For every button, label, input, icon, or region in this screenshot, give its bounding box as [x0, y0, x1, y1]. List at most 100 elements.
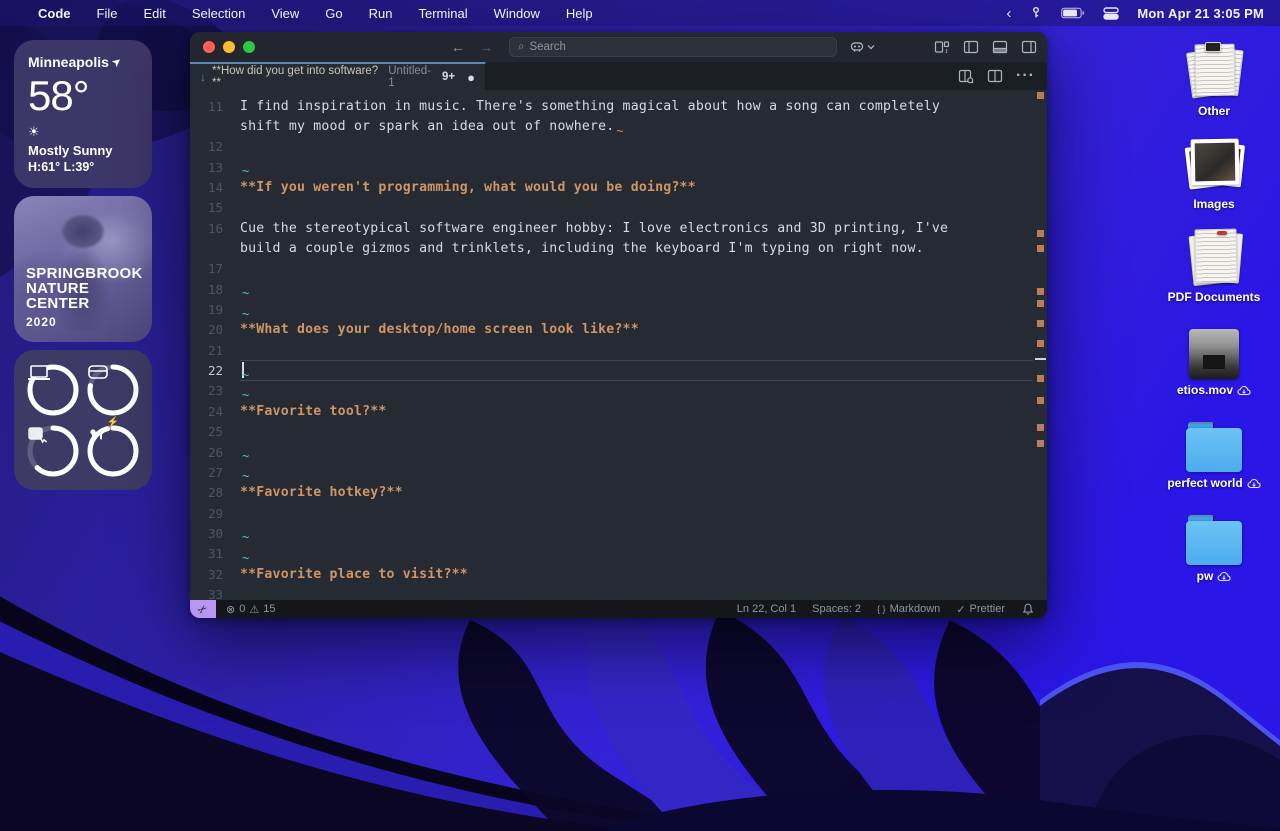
vscode-titlebar[interactable]: ← → ⌕ Search — [190, 32, 1047, 62]
notifications-bell-icon[interactable] — [1021, 602, 1035, 616]
code-line[interactable]: 11I find inspiration in music. There's s… — [190, 96, 1033, 116]
icloud-download-icon — [1237, 385, 1251, 396]
sun-icon: ☀ — [28, 124, 138, 140]
movie-icon — [1189, 317, 1239, 379]
battery-ring-airpods[interactable]: ⚡ — [86, 424, 140, 478]
stack-photos-icon — [1187, 131, 1241, 193]
line-number: 28 — [190, 485, 240, 500]
battery-ring-airpods-case[interactable] — [86, 363, 140, 417]
chevron-left-icon[interactable]: ‹ — [1006, 5, 1011, 22]
code-text: **Favorite hotkey?** — [240, 485, 403, 500]
nav-forward-button[interactable]: → — [479, 39, 493, 55]
code-line[interactable]: 31~ — [190, 544, 1033, 564]
code-line[interactable]: 32**Favorite place to visit?** — [190, 564, 1033, 584]
desktop-icon-label: etios.mov — [1177, 383, 1233, 397]
unsaved-dot-icon[interactable]: ● — [467, 70, 475, 85]
desktop-icon-other[interactable]: Other — [1187, 38, 1241, 118]
code-line[interactable]: 25 — [190, 422, 1033, 442]
battery-ring-macbook[interactable] — [26, 363, 80, 417]
code-line[interactable]: 15 — [190, 198, 1033, 218]
code-line[interactable]: 17 — [190, 259, 1033, 279]
ruler-mark-warn — [1037, 440, 1044, 447]
code-line[interactable]: 30~ — [190, 523, 1033, 543]
cursor-position-status[interactable]: Ln 22, Col 1 — [737, 603, 796, 615]
menu-bar-clock[interactable]: Mon Apr 21 3:05 PM — [1137, 6, 1264, 21]
code-line[interactable]: 21 — [190, 340, 1033, 360]
key-icon[interactable] — [1029, 6, 1043, 20]
menu-item-file[interactable]: File — [97, 6, 118, 21]
desktop-icon-images[interactable]: Images — [1187, 131, 1241, 211]
remote-indicator-button[interactable]: ✂ — [190, 600, 216, 618]
menu-item-run[interactable]: Run — [369, 6, 393, 21]
menu-item-help[interactable]: Help — [566, 6, 593, 21]
overview-ruler[interactable] — [1033, 90, 1047, 600]
code-line[interactable]: build a couple gizmos and trinklets, inc… — [190, 238, 1033, 258]
split-editor-icon[interactable] — [987, 68, 1003, 84]
whitespace-squiggle: ~ — [242, 164, 249, 178]
line-number: 21 — [190, 343, 240, 358]
whitespace-squiggle: ~ — [242, 368, 249, 382]
stage-manager-icon[interactable] — [1103, 7, 1119, 20]
code-line[interactable]: 24**Favorite tool?** — [190, 401, 1033, 421]
indentation-status[interactable]: Spaces: 2 — [812, 603, 861, 615]
markdown-preview-icon[interactable] — [958, 68, 974, 84]
code-line[interactable]: 20**What does your desktop/home screen l… — [190, 320, 1033, 340]
photo-caption-line2: NATURE CENTER — [26, 281, 152, 312]
battery-ring-trackpad[interactable] — [26, 424, 80, 478]
battery-icon[interactable] — [1061, 7, 1085, 19]
charging-bolt-icon: ⚡ — [107, 417, 119, 428]
code-line[interactable]: shift my mood or spark an idea out of no… — [190, 116, 1033, 136]
code-line[interactable]: 13~ — [190, 157, 1033, 177]
code-line[interactable]: 26~ — [190, 442, 1033, 462]
nav-back-button[interactable]: ← — [451, 39, 465, 55]
code-line[interactable]: 19~ — [190, 299, 1033, 319]
desktop-icon-etios-mov[interactable]: etios.mov — [1177, 317, 1251, 397]
code-line[interactable]: 28**Favorite hotkey?** — [190, 483, 1033, 503]
code-line[interactable]: 18~ — [190, 279, 1033, 299]
problems-status[interactable]: ⊗0 ⚠15 — [226, 603, 275, 616]
code-line[interactable]: 33 — [190, 584, 1033, 600]
desktop-icon-pw[interactable]: pw — [1186, 503, 1242, 583]
line-number: 25 — [190, 424, 240, 439]
ruler-mark-warn — [1037, 375, 1044, 382]
code-text: **What does your desktop/home screen loo… — [240, 322, 639, 337]
photo-caption-year: 2020 — [26, 316, 152, 328]
menu-item-window[interactable]: Window — [494, 6, 540, 21]
code-line[interactable]: 14**If you weren't programming, what wou… — [190, 177, 1033, 197]
desktop-icon-perfect-world[interactable]: perfect world — [1167, 410, 1260, 490]
error-count: 0 — [239, 603, 245, 615]
weather-widget[interactable]: Minneapolis ➤ 58° ☀ Mostly Sunny H:61° L… — [14, 40, 152, 188]
command-center-search[interactable]: ⌕ Search — [509, 37, 837, 57]
whitespace-squiggle: ~ — [242, 286, 249, 300]
menu-item-code[interactable]: Code — [38, 6, 71, 21]
code-text: Cue the stereotypical software engineer … — [240, 221, 948, 236]
formatter-status[interactable]: ✓ Prettier — [956, 603, 1005, 616]
macbook-icon — [26, 363, 80, 417]
code-line[interactable]: 12 — [190, 137, 1033, 157]
code-line-current[interactable]: 22~ — [190, 360, 1033, 380]
code-line[interactable]: 27~ — [190, 462, 1033, 482]
language-mode-status[interactable]: { } Markdown — [877, 603, 940, 615]
copilot-menu-button[interactable] — [849, 39, 875, 55]
close-window-button[interactable] — [203, 41, 215, 53]
code-line[interactable]: 29 — [190, 503, 1033, 523]
minimize-window-button[interactable] — [223, 41, 235, 53]
toggle-secondary-sidebar-icon[interactable] — [1021, 39, 1037, 55]
menu-item-terminal[interactable]: Terminal — [419, 6, 468, 21]
customize-layout-icon[interactable] — [934, 39, 950, 55]
code-line[interactable]: 16Cue the stereotypical software enginee… — [190, 218, 1033, 238]
menu-item-edit[interactable]: Edit — [143, 6, 165, 21]
tab-untitled-1[interactable]: ↓ **How did you get into software?** Unt… — [190, 62, 486, 90]
photos-widget[interactable]: SPRINGBROOK NATURE CENTER 2020 — [14, 196, 152, 342]
menu-item-selection[interactable]: Selection — [192, 6, 245, 21]
code-editor[interactable]: 11I find inspiration in music. There's s… — [190, 90, 1047, 600]
menu-item-go[interactable]: Go — [325, 6, 342, 21]
batteries-widget[interactable]: ⚡ — [14, 350, 152, 490]
zoom-window-button[interactable] — [243, 41, 255, 53]
toggle-panel-icon[interactable] — [992, 39, 1008, 55]
desktop-icon-pdf-documents[interactable]: PDF Documents — [1168, 224, 1261, 304]
code-line[interactable]: 23~ — [190, 381, 1033, 401]
more-actions-icon[interactable]: ··· — [1016, 67, 1035, 85]
menu-item-view[interactable]: View — [271, 6, 299, 21]
toggle-primary-sidebar-icon[interactable] — [963, 39, 979, 55]
